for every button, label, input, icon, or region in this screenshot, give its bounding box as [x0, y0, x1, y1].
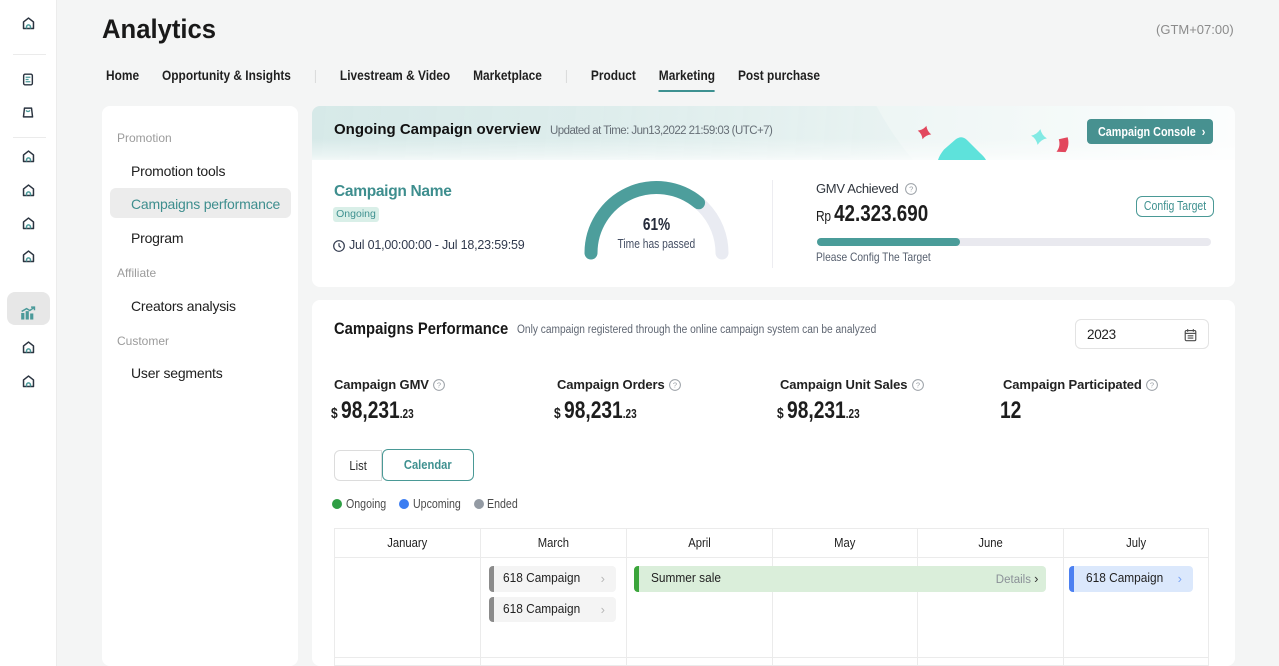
svg-text:?: ?	[1150, 381, 1154, 390]
svg-text:?: ?	[916, 381, 920, 390]
svg-text:?: ?	[673, 381, 677, 390]
svg-text:?: ?	[909, 185, 913, 194]
svg-text:?: ?	[437, 381, 441, 390]
